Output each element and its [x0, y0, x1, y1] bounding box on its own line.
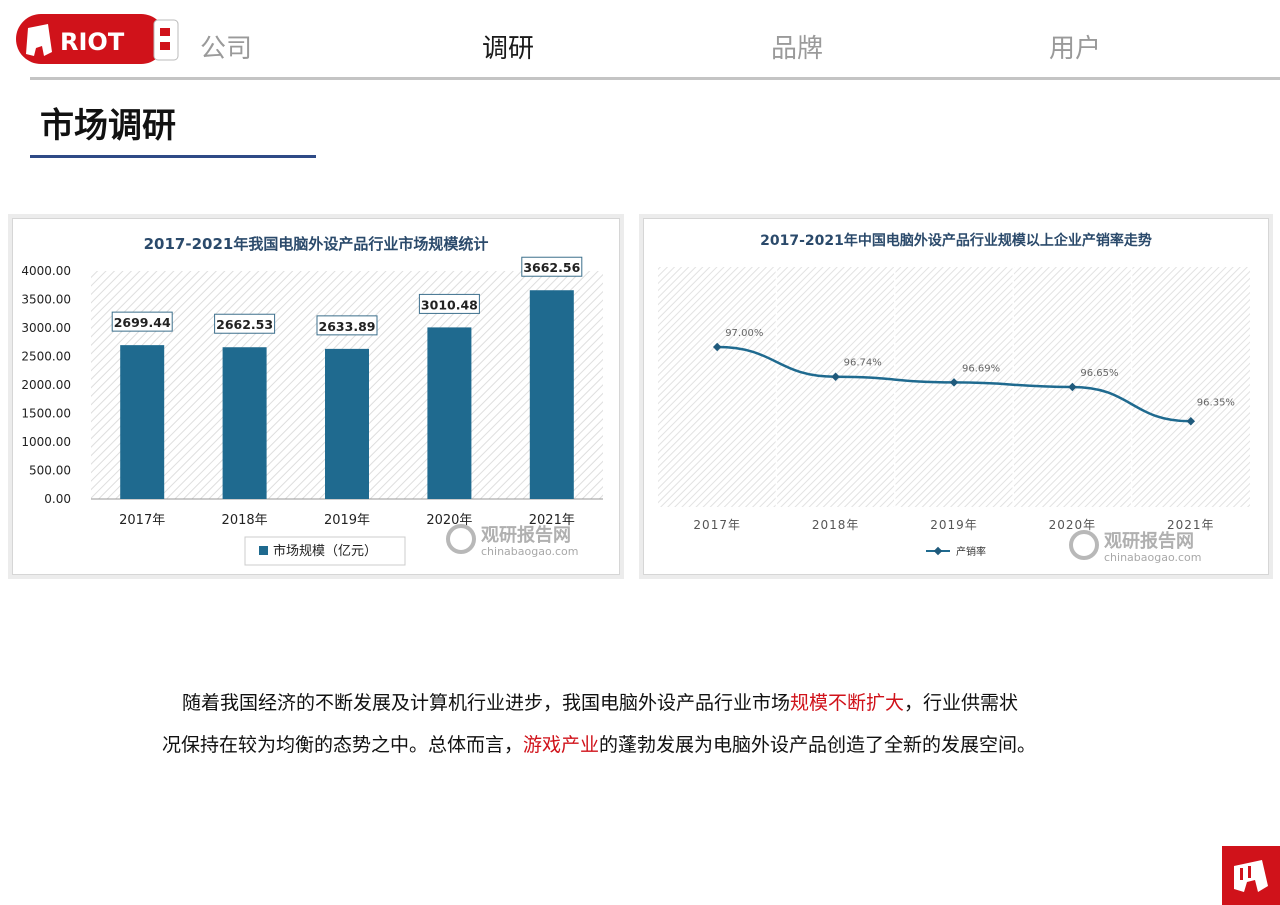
plot-area: [658, 267, 1250, 507]
data-label: 96.65%: [1080, 368, 1118, 379]
data-label: 2633.89: [319, 319, 376, 334]
x-tick-label: 2017年: [119, 513, 165, 528]
y-tick-label: 3500.00: [21, 293, 71, 307]
data-label: 96.69%: [962, 363, 1000, 374]
svg-text:RIOT: RIOT: [60, 28, 125, 56]
data-label: 96.74%: [844, 358, 882, 369]
y-tick-label: 2000.00: [21, 378, 71, 392]
sales-rate-line-chart: 2017-2021年中国电脑外设产品行业规模以上企业产销率走势 97.00% 201…: [658, 232, 1250, 564]
riot-logo[interactable]: RIOT: [14, 12, 180, 68]
nav-company[interactable]: 公司: [200, 28, 252, 65]
watermark-url: chinabaogao.com: [481, 545, 579, 558]
chart-title: 2017-2021年我国电脑外设产品行业市场规模统计: [144, 235, 489, 253]
watermark-name: 观研报告网: [1104, 530, 1194, 552]
data-label: 97.00%: [725, 328, 763, 339]
bar: [325, 348, 369, 499]
x-tick-label: 2018年: [222, 513, 268, 528]
market-size-chart-panel: 2017-2021年我国电脑外设产品行业市场规模统计 0.00 500.00 1000…: [12, 218, 620, 575]
y-tick-label: 500.00: [29, 464, 71, 478]
watermark-swirl-icon: [1069, 530, 1099, 560]
x-tick-label: 2020年: [1049, 518, 1097, 532]
x-tick-label: 2019年: [324, 513, 370, 528]
y-tick-label: 4000.00: [21, 264, 71, 278]
y-tick-label: 3000.00: [21, 321, 71, 335]
y-tick-label: 2500.00: [21, 350, 71, 364]
data-label: 96.35%: [1197, 397, 1235, 408]
riot-fist-icon: [1222, 846, 1280, 905]
sales-rate-chart-panel: 2017-2021年中国电脑外设产品行业规模以上企业产销率走势 97.00% 201…: [643, 218, 1269, 575]
watermark-url: chinabaogao.com: [1104, 551, 1202, 564]
legend-label: 市场规模（亿元）: [273, 543, 377, 559]
y-tick-label: 1000.00: [21, 435, 71, 449]
nav-research[interactable]: 调研: [482, 28, 534, 65]
paragraph-line-1: 随着我国经济的不断发展及计算机行业进步，我国电脑外设产品行业市场规模不断扩大，行…: [182, 692, 1019, 714]
legend-swatch: [259, 546, 268, 555]
x-tick-label: 2019年: [930, 518, 978, 532]
bar: [120, 345, 165, 499]
nav-divider: [30, 77, 1280, 80]
watermark: 观研报告网chinabaogao.com: [1069, 530, 1202, 564]
watermark: 观研报告网chinabaogao.com: [446, 524, 579, 558]
title-underline: [30, 155, 316, 158]
data-label: 2699.44: [114, 315, 171, 330]
legend-marker: [933, 546, 943, 556]
nav-brand[interactable]: 品牌: [771, 28, 823, 65]
x-tick-label: 2021年: [1167, 518, 1215, 532]
highlight-gaming-industry: 游戏产业: [523, 734, 600, 756]
legend-label: 产销率: [956, 545, 986, 558]
x-tick-label: 2018年: [812, 518, 860, 532]
data-label: 3662.56: [523, 260, 580, 275]
paragraph-line-2: 况保持在较为均衡的态势之中。总体而言，游戏产业的蓬勃发展为电脑外设产品创造了全新…: [162, 734, 1037, 756]
bar: [222, 347, 267, 499]
bar: [529, 290, 574, 499]
page-title: 市场调研: [40, 106, 176, 146]
x-tick-label: 2017年: [693, 518, 741, 532]
nav-users[interactable]: 用户: [1049, 28, 1101, 65]
chart-title: 2017-2021年中国电脑外设产品行业规模以上企业产销率走势: [760, 232, 1152, 249]
data-label: 3010.48: [421, 297, 478, 312]
data-label: 2662.53: [216, 317, 273, 332]
y-tick-label: 1500.00: [21, 407, 71, 421]
market-size-bar-chart: 2017-2021年我国电脑外设产品行业市场规模统计 0.00 500.00 1000…: [21, 235, 603, 566]
body-paragraph: 随着我国经济的不断发展及计算机行业进步，我国电脑外设产品行业市场规模不断扩大，行…: [150, 682, 1150, 766]
y-tick-label: 0.00: [44, 492, 71, 506]
bar: [427, 327, 472, 499]
highlight-scale-expanding: 规模不断扩大: [790, 692, 905, 714]
watermark-swirl-icon: [446, 524, 476, 554]
watermark-name: 观研报告网: [481, 524, 571, 546]
